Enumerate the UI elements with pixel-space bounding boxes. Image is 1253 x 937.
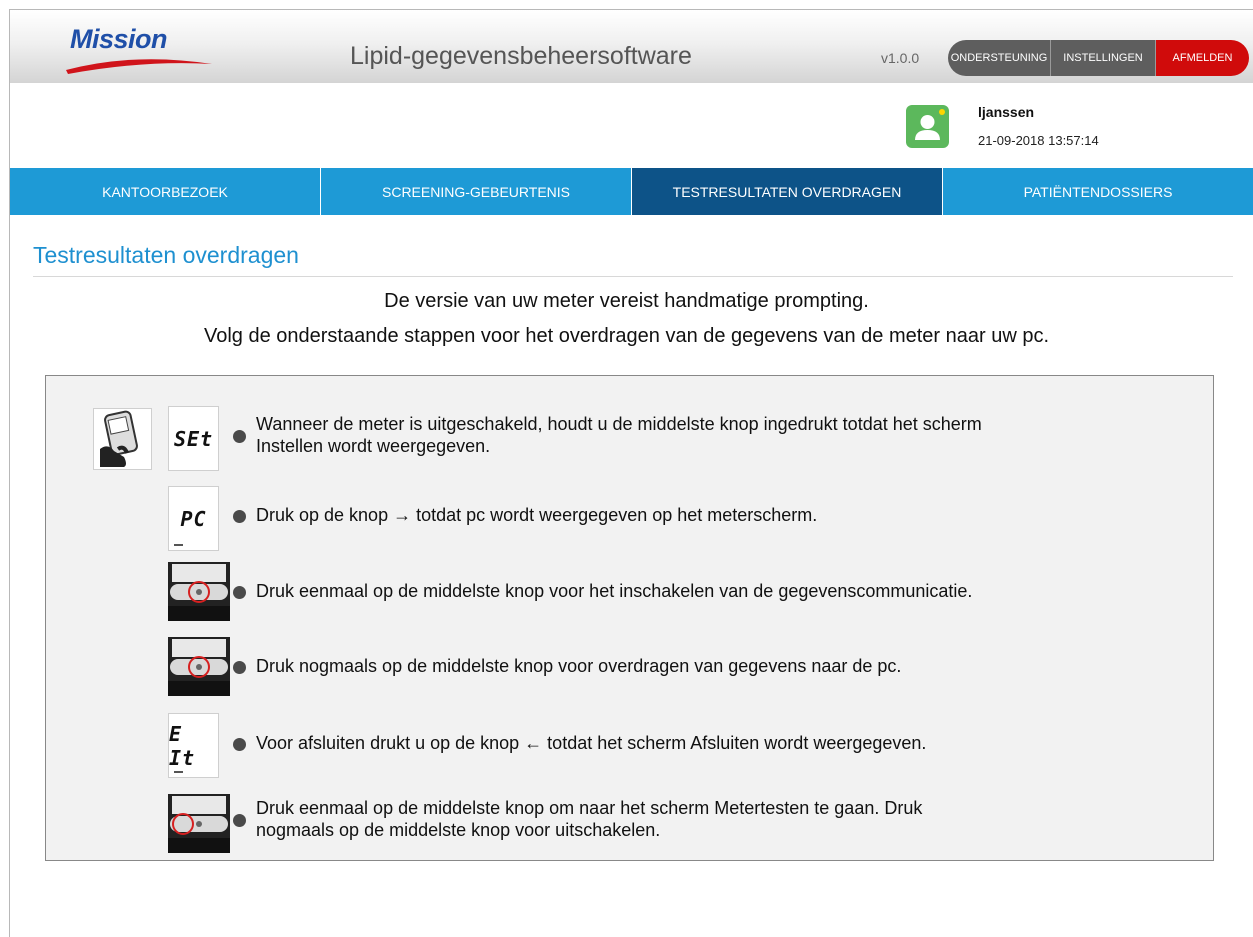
lcd-display-pc: PC [168, 486, 219, 551]
username: ljanssen [978, 104, 1035, 120]
mission-logo: Mission [64, 24, 214, 74]
lcd-display-set: SEt [168, 406, 219, 471]
header-button-group: ONDERSTEUNING INSTELLINGEN AFMELDEN [948, 40, 1249, 76]
tab-testresultaten-overdragen[interactable]: TESTRESULTATEN OVERDRAGEN [632, 168, 943, 215]
user-avatar-icon [906, 105, 949, 148]
logout-button[interactable]: AFMELDEN [1156, 40, 1249, 76]
tab-screening-gebeurtenis[interactable]: SCREENING-GEBEURTENIS [321, 168, 632, 215]
app-title: Lipid-gegevensbeheersoftware [350, 42, 692, 70]
lcd-display-exit: E It [168, 713, 219, 778]
settings-button[interactable]: INSTELLINGEN [1051, 40, 1156, 76]
intro-line-1: De versie van uw meter vereist handmatig… [384, 290, 869, 312]
logo-swoosh-icon [66, 59, 212, 74]
step-4-text: Druk nogmaals op de middelste knop voor … [256, 656, 902, 676]
meter-middle-button-icon [168, 562, 230, 621]
header-bar: Mission Lipid-gegevensbeheersoftware v1.… [10, 10, 1253, 83]
step-1-text: Wanneer de meter is uitgeschakeld, houdt… [256, 414, 982, 456]
step-bullet [233, 510, 246, 523]
step-3-text: Druk eenmaal op de middelste knop voor h… [256, 581, 973, 601]
logo-text: Mission [70, 24, 168, 54]
meter-middle-button-icon [168, 637, 230, 696]
step-6-text: Druk eenmaal op de middelste knop om naa… [256, 798, 923, 840]
title-divider [33, 276, 1233, 277]
step-bullet [233, 586, 246, 599]
support-button[interactable]: ONDERSTEUNING [948, 40, 1051, 76]
step-5-text: Voor afsluiten drukt u op de knop ← totd… [256, 733, 927, 753]
instruction-panel: SEt Wanneer de meter is uitgeschakeld, h… [45, 375, 1214, 861]
step-bullet [233, 814, 246, 827]
step-bullet [233, 661, 246, 674]
step-2-text: Druk op de knop → totdat pc wordt weerge… [256, 505, 818, 525]
login-datetime: 21-09-2018 13:57:14 [978, 133, 1099, 148]
step-bullet [233, 430, 246, 443]
main-nav: KANTOORBEZOEK SCREENING-GEBEURTENIS TEST… [10, 168, 1253, 215]
version-label: v1.0.0 [881, 50, 920, 66]
tab-kantoorbezoek[interactable]: KANTOORBEZOEK [10, 168, 321, 215]
tab-patientendossiers[interactable]: PATIËNTENDOSSIERS [943, 168, 1253, 215]
meter-left-button-icon [168, 794, 230, 853]
intro-line-2: Volg de onderstaande stappen voor het ov… [203, 325, 1050, 347]
step-bullet [233, 738, 246, 751]
meter-hand-icon [93, 408, 152, 470]
page-title: Testresultaten overdragen [33, 242, 299, 268]
